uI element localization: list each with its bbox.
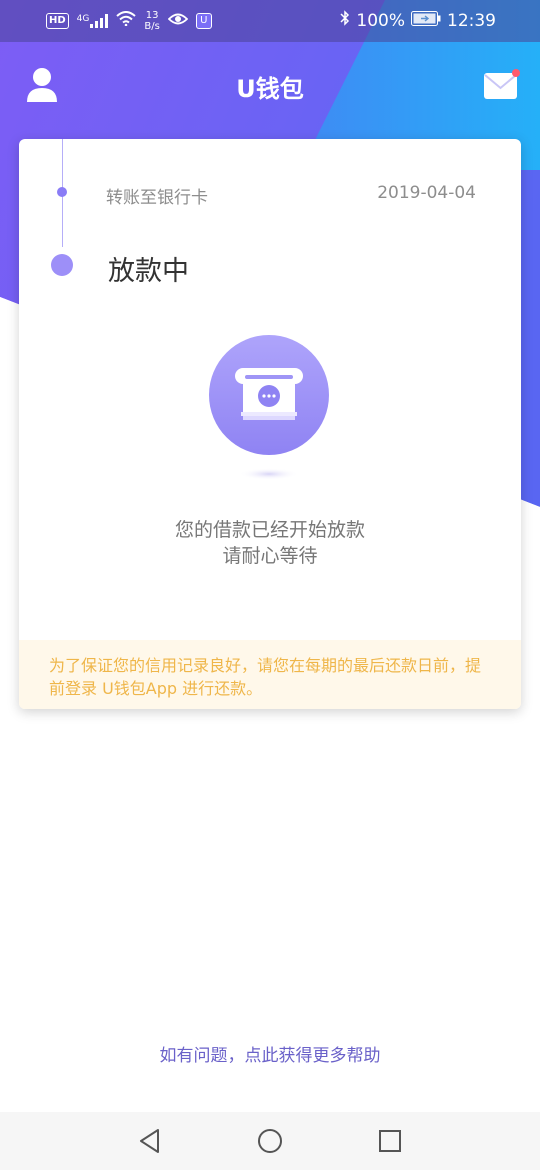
wifi-icon [116,11,137,31]
status-message-line2: 请耐心等待 [222,545,318,567]
page-title: U钱包 [236,75,304,103]
hd-badge: HD [46,13,69,29]
mail-button[interactable] [480,68,522,104]
battery-percent: 100% [356,10,405,31]
mail-icon [484,69,520,99]
battery-icon [411,10,441,31]
step1-date: 2019-04-04 [377,183,476,203]
help-link[interactable]: 如有问题，点此获得更多帮助 [0,1041,540,1066]
timeline-dot-current [51,254,73,276]
notice-text: 为了保证您的信用记录良好，请您在每期的最后还款日前，提前登录 U钱包App 进行… [49,656,482,698]
step1-label: 转账至银行卡 [106,188,208,208]
signal-icon: 4G [77,14,109,28]
status-message-line1: 您的借款已经开始放款 [174,519,365,541]
data-speed-value: 13 [145,10,159,21]
timeline-dot-step1 [57,187,67,197]
back-icon[interactable] [135,1126,165,1156]
recents-icon[interactable] [375,1126,405,1156]
network-type: 4G [76,14,90,24]
bluetooth-icon [340,10,350,31]
repayment-notice: 为了保证您的信用记录良好，请您在每期的最后还款日前，提前登录 U钱包App 进行… [19,640,521,709]
current-step-label: 放款中 [108,256,189,287]
status-bar: HD 4G 13 B/s U 100% 12:39 [0,0,540,42]
unread-dot [512,69,520,77]
eye-icon [167,11,189,31]
app-header: U钱包 [0,50,540,120]
system-nav-bar [0,1112,540,1170]
home-icon[interactable] [255,1126,285,1156]
loan-status-card: 转账至银行卡 2019-04-04 放款中 您的借款已经开始放款 请耐心等待 为… [19,139,521,709]
data-speed-unit: B/s [144,21,160,32]
app-badge: U [195,13,212,29]
data-speed: 13 B/s [144,10,159,32]
clock: 12:39 [447,10,496,31]
atm-card-slot-icon [208,334,330,482]
